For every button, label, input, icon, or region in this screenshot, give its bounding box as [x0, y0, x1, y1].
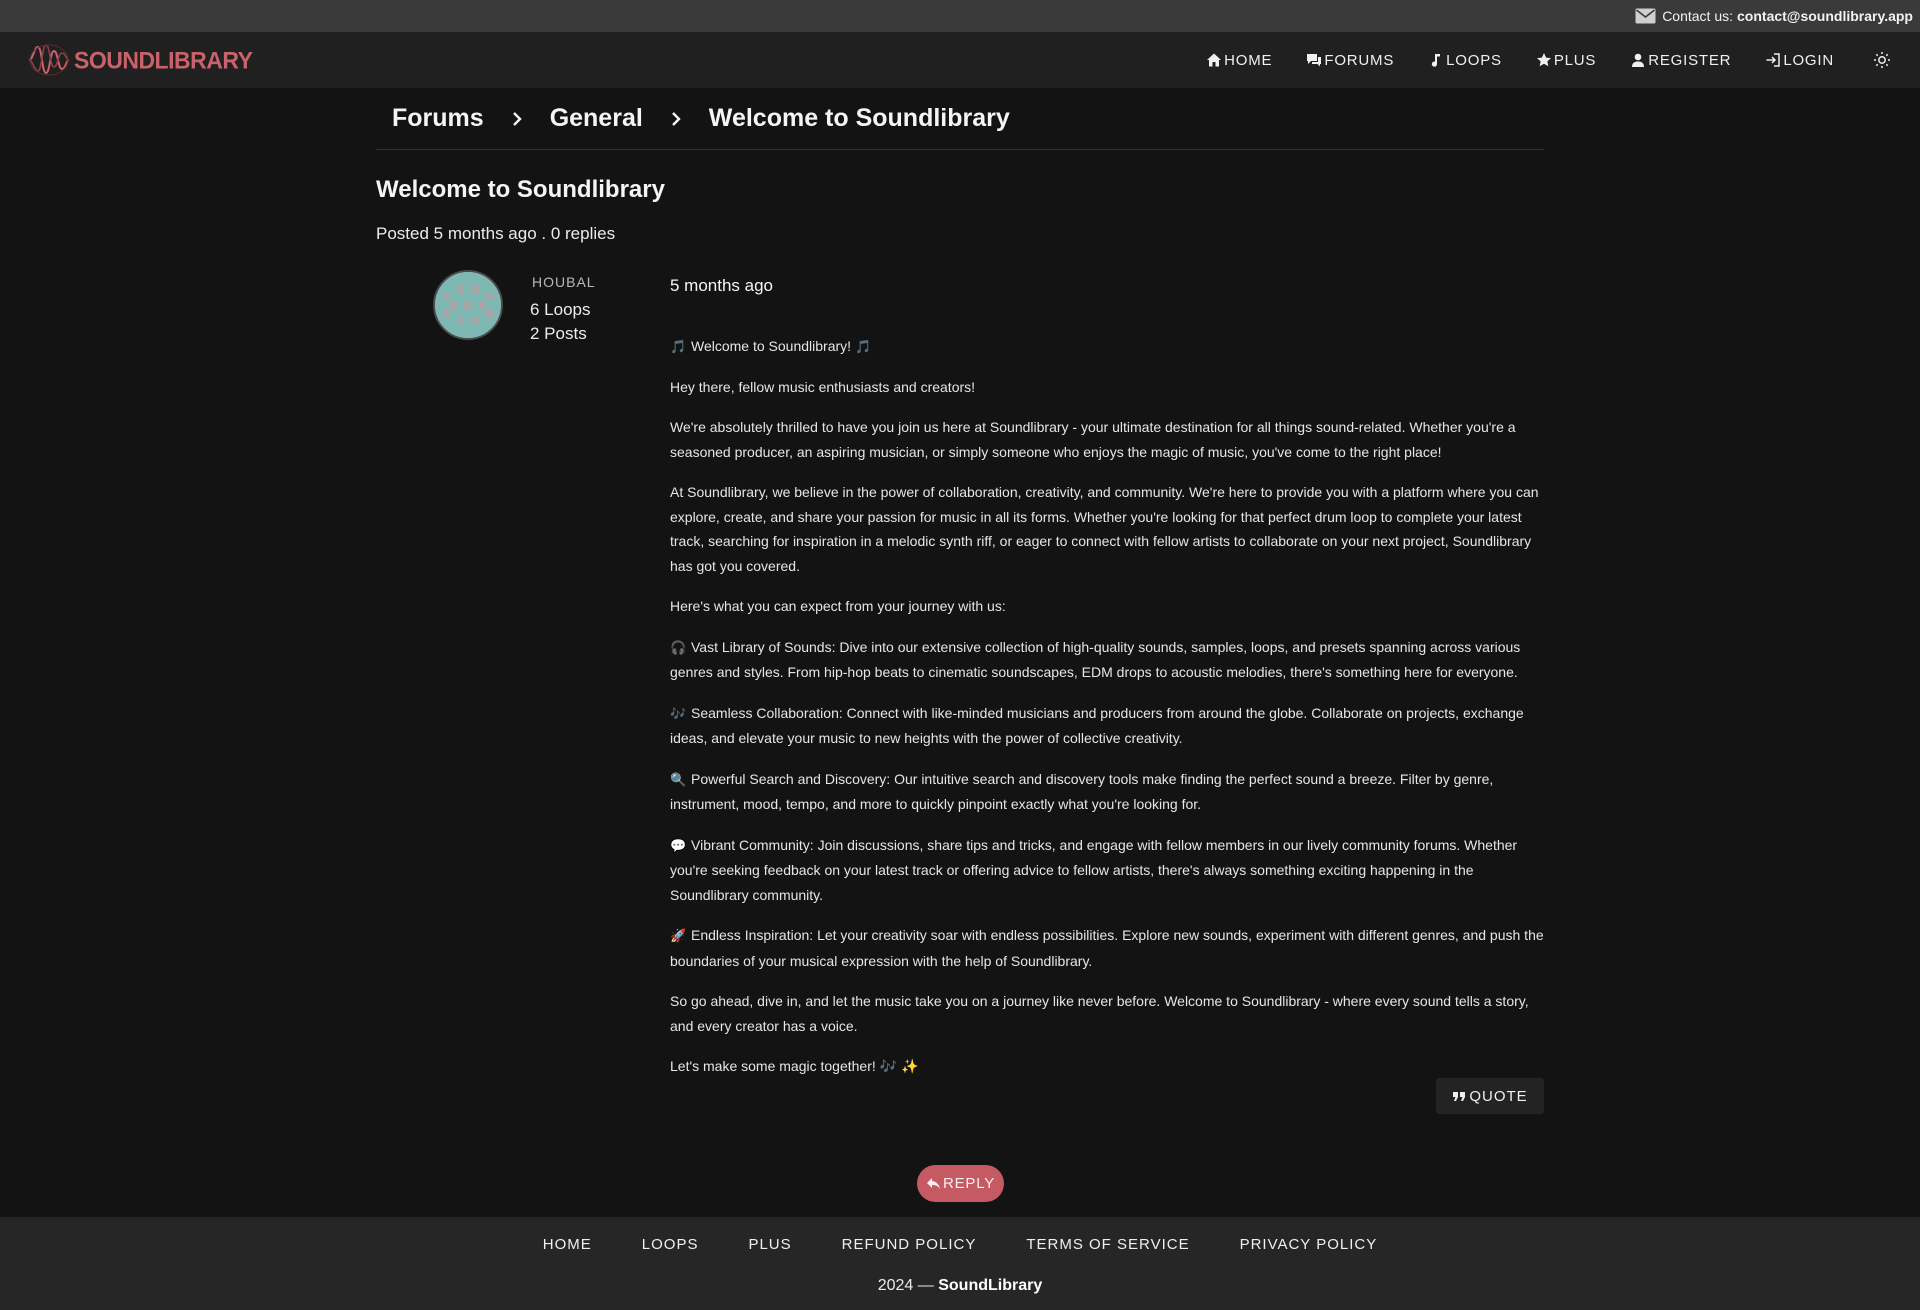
post-paragraph: 🎧 Vast Library of Sounds: Dive into our e…: [670, 635, 1544, 685]
user-icon: [1632, 53, 1645, 67]
reply-arrow-icon: [926, 1178, 940, 1189]
nav-home-label: HOME: [1224, 51, 1273, 69]
identicon-icon: [435, 272, 501, 338]
post-paragraph: Hey there, fellow music enthusiasts and …: [670, 378, 976, 395]
reply-button[interactable]: REPLY: [917, 1165, 1004, 1202]
copyright-year: 2024 —: [877, 1277, 934, 1294]
post-paragraph: We're absolutely thrilled to have you jo…: [670, 419, 1516, 460]
nav-plus-label: PLUS: [1553, 51, 1597, 69]
nav-login-label: LOGIN: [1783, 51, 1834, 69]
quote-button[interactable]: QUOTE: [1436, 1078, 1544, 1114]
post-paragraph: 💬 Vibrant Community: Join discussions, sh…: [670, 833, 1544, 908]
post-paragraph: 🚀 Endless Inspiration: Let your creativit…: [670, 923, 1544, 973]
nav-register-label: REGISTER: [1648, 51, 1732, 69]
nav-home[interactable]: HOME: [1206, 52, 1272, 69]
music-notes-emoji: 🎶: [670, 705, 687, 721]
copyright-brand: SoundLibrary: [938, 1277, 1043, 1294]
breadcrumb: Forums General Welcome to Soundlibrary: [376, 88, 1544, 150]
sun-icon: [1874, 52, 1890, 68]
nav-login[interactable]: LOGIN: [1765, 52, 1834, 69]
magnifier-emoji: 🔍: [670, 771, 687, 787]
footer-links: HOME LOOPS PLUS REFUND POLICY TERMS OF S…: [0, 1217, 1920, 1271]
breadcrumb-current: Welcome to Soundlibrary: [708, 104, 1010, 132]
footer: HOME LOOPS PLUS REFUND POLICY TERMS OF S…: [0, 1217, 1920, 1310]
login-icon: [1766, 53, 1781, 67]
footer-link-loops[interactable]: LOOPS: [642, 1236, 699, 1253]
post-paragraph: 🎵 Welcome to Soundlibrary! 🎵: [670, 334, 1544, 360]
star-icon: [1536, 53, 1551, 67]
post-paragraph: Let's make some magic together! 🎶 ✨: [670, 1058, 919, 1074]
quote-icon: [1453, 1092, 1466, 1101]
rocket-emoji: 🚀: [670, 928, 687, 943]
nav-loops-label: LOOPS: [1446, 51, 1502, 69]
footer-link-refund-policy[interactable]: REFUND POLICY: [842, 1236, 977, 1253]
post-content: 🎵 Welcome to Soundlibrary! 🎵 Hey there, f…: [670, 334, 1544, 1079]
nav-loops[interactable]: LOOPS: [1428, 52, 1502, 69]
navbar: SOUNDLIBRARY HOME FORUMS LOOPS PLUS REGI…: [0, 32, 1920, 88]
breadcrumb-general[interactable]: General: [550, 104, 643, 133]
chat-icon: [1307, 54, 1322, 67]
author-loops-count: 6 Loops: [530, 300, 591, 319]
music-note-emoji: 🎵: [854, 339, 872, 354]
theme-toggle[interactable]: [1872, 50, 1894, 70]
footer-link-terms[interactable]: TERMS OF SERVICE: [1026, 1236, 1189, 1253]
post-paragraph: Here's what you can expect from your jou…: [670, 598, 1006, 614]
contact-email-link[interactable]: contact@soundlibrary.app: [1737, 8, 1913, 24]
main-content: Forums General Welcome to Soundlibrary W…: [376, 88, 1544, 1114]
breadcrumb-forums[interactable]: Forums: [392, 104, 484, 133]
nav-forums[interactable]: FORUMS: [1306, 52, 1394, 69]
brand-name: SOUNDLIBRARY: [74, 45, 253, 74]
nav-register[interactable]: REGISTER: [1630, 52, 1731, 69]
copyright: 2024 — SoundLibrary: [0, 1277, 1920, 1295]
quote-label: QUOTE: [1469, 1087, 1528, 1105]
music-note-emoji: 🎵: [670, 339, 687, 354]
post-timestamp: 5 months ago: [670, 276, 774, 295]
footer-link-plus[interactable]: PLUS: [748, 1236, 791, 1253]
nav-forums-label: FORUMS: [1324, 51, 1395, 69]
post-paragraph: 🎶 Seamless Collaboration: Connect with li…: [670, 701, 1544, 751]
thread-meta: Posted 5 months ago . 0 replies: [376, 224, 616, 243]
main-nav: HOME FORUMS LOOPS PLUS REGISTER LOGIN: [1206, 32, 1920, 88]
nav-plus[interactable]: PLUS: [1536, 52, 1596, 69]
footer-link-home[interactable]: HOME: [543, 1236, 592, 1253]
author-name[interactable]: HOUBAL: [532, 274, 596, 290]
reply-label: REPLY: [942, 1175, 996, 1192]
post-body: 5 months ago 🎵 Welcome to Soundlibrary! 🎵…: [670, 270, 1544, 1114]
post-paragraph: So go ahead, dive in, and let the music …: [670, 993, 1529, 1034]
home-icon: [1207, 53, 1222, 67]
thread-title: Welcome to Soundlibrary: [376, 176, 665, 203]
speech-bubble-emoji: 💬: [670, 837, 687, 853]
chevron-right-icon: [659, 106, 693, 132]
footer-link-privacy[interactable]: PRIVACY POLICY: [1240, 1236, 1378, 1253]
logo[interactable]: SOUNDLIBRARY: [28, 38, 253, 82]
contact-label: Contact us:: [1662, 8, 1734, 24]
avatar[interactable]: [433, 270, 503, 340]
contact-bar: Contact us: contact@soundlibrary.app: [0, 0, 1920, 32]
post-paragraph: 🔍 Powerful Search and Discovery: Our intu…: [670, 767, 1544, 817]
chevron-right-icon: [500, 106, 534, 132]
mail-icon: [1635, 8, 1656, 24]
headphones-emoji: 🎧: [670, 639, 687, 655]
sparkles-emoji: 🎶 ✨: [879, 1058, 919, 1074]
sound-wave-logo-icon: [28, 44, 70, 76]
author-posts-count: 2 Posts: [530, 324, 587, 343]
music-note-icon: [1431, 54, 1441, 67]
post-paragraph: At Soundlibrary, we believe in the power…: [670, 484, 1539, 574]
